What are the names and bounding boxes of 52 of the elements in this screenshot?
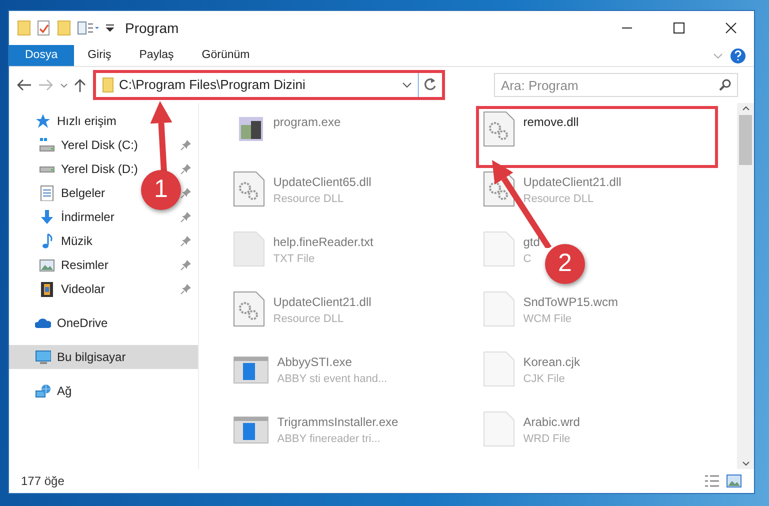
file-name: AbbyySTI.exe [277, 354, 353, 371]
sidebar-item[interactable]: Hızlı erişim [9, 109, 120, 133]
window-title: Program [125, 18, 179, 38]
ribbon-tab[interactable]: Dosya [9, 45, 74, 66]
file-type: WCM File [523, 312, 573, 327]
file-type: ABBY finereader tri... [277, 432, 382, 447]
item-count: 177 öğe [21, 473, 64, 490]
sidebar-item[interactable]: OneDrive [9, 311, 112, 335]
file-name: TrigrammsInstaller.exe [277, 414, 398, 431]
file-name: UpdateClient21.dll [523, 174, 622, 191]
ribbon-tab[interactable]: Görünüm [188, 45, 264, 66]
file-name: UpdateClient21.dll [273, 294, 372, 311]
sidebar-item[interactable]: Belgeler [9, 181, 110, 205]
file-name: SndToWP15.wcm [523, 294, 618, 311]
file-item[interactable]: AbbyySTI.exe ABBY sti event hand... [227, 347, 388, 407]
sidebar-item[interactable]: Ağ [9, 379, 76, 403]
file-item[interactable]: UpdateClient21.dll Resource DLL [227, 287, 372, 347]
file-item[interactable]: help.fineReader.txt TXT File [227, 227, 374, 287]
ribbon-tab[interactable]: Paylaş [125, 45, 188, 66]
file-name: gtd [523, 234, 540, 251]
file-item[interactable]: TrigrammsInstaller.exe ABBY finereader tri... [227, 407, 398, 467]
file-type: ABBY sti event hand... [277, 372, 388, 387]
file-name: help.fineReader.txt [273, 234, 374, 251]
file-type: Resource DLL [273, 192, 345, 207]
sidebar-item[interactable]: Müzik [9, 229, 96, 253]
file-name: Korean.cjk [523, 354, 580, 371]
sidebar-item[interactable]: İndirmeler [9, 205, 118, 229]
file-type: C [523, 252, 532, 267]
sidebar-item[interactable]: Videolar [9, 277, 109, 301]
file-item[interactable]: Korean.cjk CJK File [477, 347, 580, 407]
file-item[interactable]: remove.dll [477, 107, 718, 167]
file-item[interactable]: gtd C [477, 227, 540, 287]
sidebar-item[interactable]: Resimler [9, 253, 112, 277]
file-type: CJK File [523, 372, 566, 387]
address-bar[interactable]: C:\Program Files\Program Dizini [95, 72, 443, 98]
file-name: remove.dll [523, 114, 579, 131]
file-type: Resource DLL [523, 192, 595, 207]
file-type: TXT File [273, 252, 316, 267]
file-type: WRD File [523, 432, 572, 447]
sidebar-item[interactable]: Bu bilgisayar [9, 345, 198, 369]
file-item[interactable]: UpdateClient65.dll Resource DLL [227, 167, 372, 227]
sidebar-item[interactable]: Yerel Disk (D:) [9, 157, 142, 181]
ribbon-tab[interactable]: Giriş [74, 45, 126, 66]
search-field[interactable]: Ara: Program [494, 73, 738, 97]
file-name: program.exe [273, 114, 341, 131]
file-type: Resource DLL [273, 312, 345, 327]
file-item[interactable]: Arabic.wrd WRD File [477, 407, 580, 467]
file-item[interactable]: SndToWP15.wcm WCM File [477, 287, 618, 347]
file-name: UpdateClient65.dll [273, 174, 372, 191]
file-item[interactable]: program.exe [227, 107, 341, 167]
file-name: Arabic.wrd [523, 414, 580, 431]
sidebar-item[interactable]: Yerel Disk (C:) [9, 133, 142, 157]
